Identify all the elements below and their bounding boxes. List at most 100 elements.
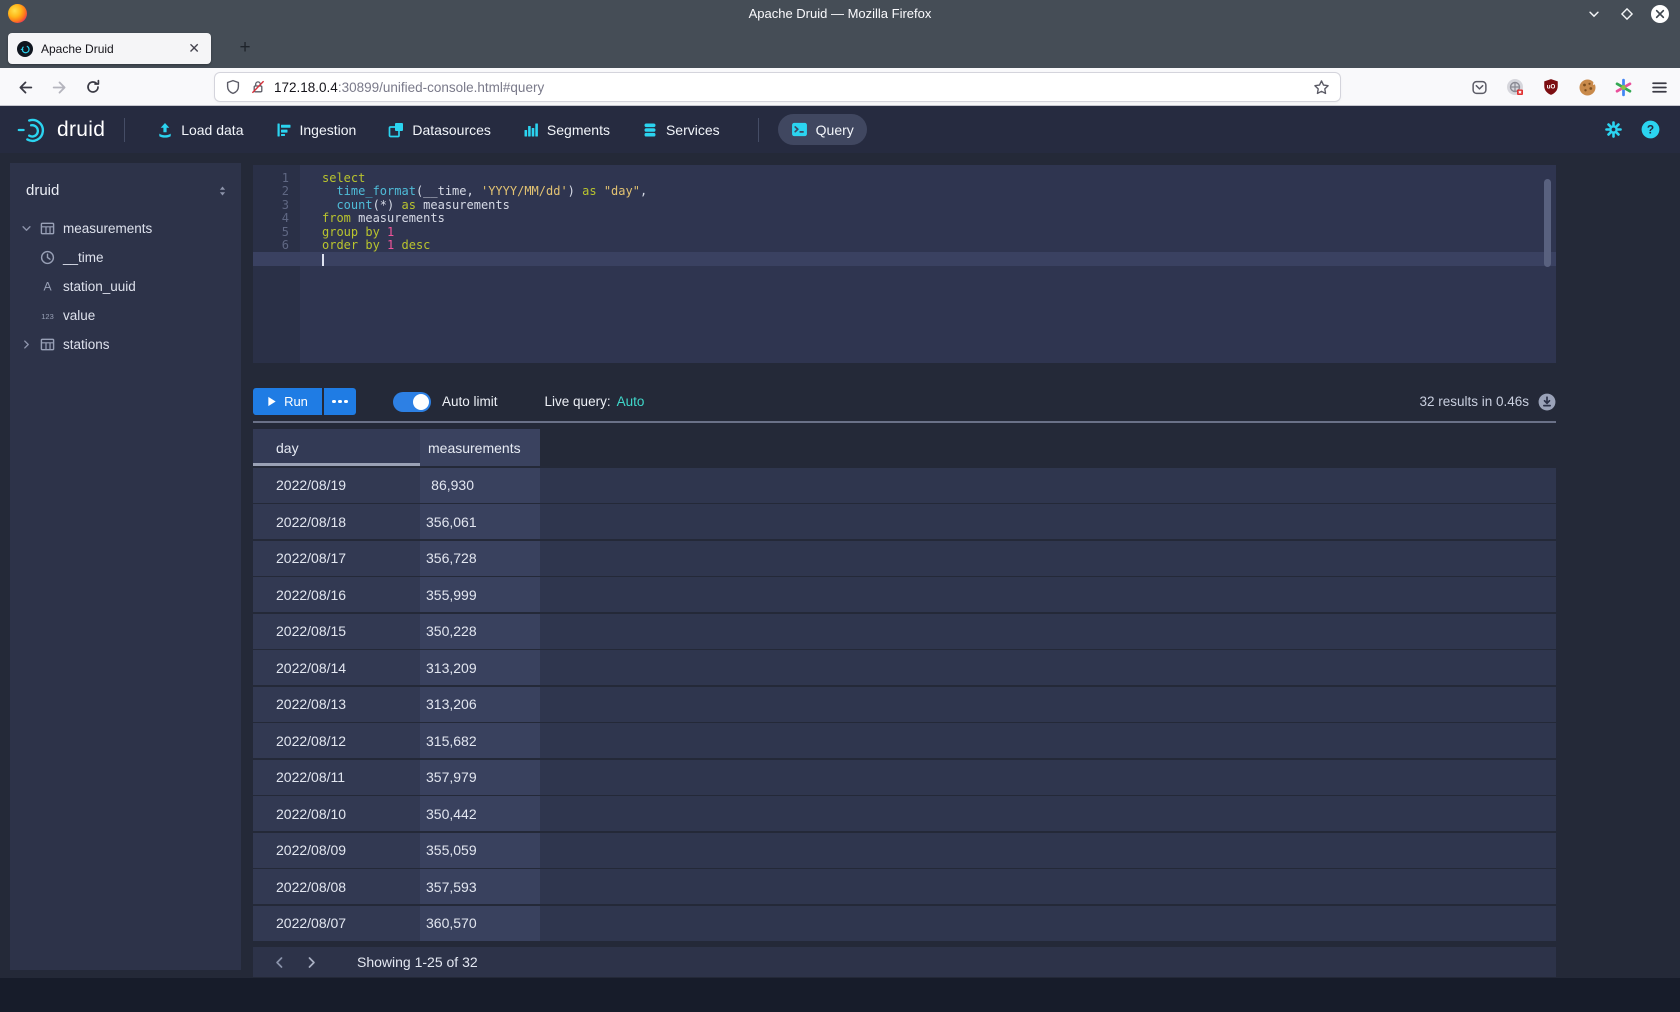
tree-item-label: measurements (63, 221, 152, 236)
nav-item-datasources[interactable]: Datasources (375, 115, 504, 145)
sort-columns-icon[interactable] (216, 184, 229, 198)
cell-measurements[interactable]: 86,930 (420, 468, 540, 503)
cell-day[interactable]: 2022/08/14 (253, 650, 420, 685)
back-icon (17, 79, 34, 96)
code-line[interactable]: time_format(__time, 'YYYY/MM/dd') as "da… (300, 185, 1556, 198)
cell-day[interactable]: 2022/08/07 (253, 906, 420, 941)
window-maximize-button[interactable] (1617, 4, 1637, 24)
insecure-lock-icon[interactable] (250, 79, 266, 95)
column-header-measurements[interactable]: measurements (420, 429, 540, 466)
nav-item-query[interactable]: Query (778, 114, 867, 145)
cell-day[interactable]: 2022/08/19 (253, 468, 420, 503)
tree-item-time[interactable]: __time (10, 243, 241, 272)
cell-measurements[interactable]: 360,570 (420, 906, 540, 941)
cell-measurements[interactable]: 355,999 (420, 577, 540, 612)
bookmark-star-icon[interactable] (1313, 79, 1330, 96)
cell-measurements[interactable]: 313,206 (420, 687, 540, 722)
code-line[interactable]: from measurements (300, 212, 1556, 225)
help-button[interactable]: ? (1641, 120, 1660, 139)
cell-filler (540, 577, 1556, 612)
editor-scrollbar[interactable] (1544, 179, 1551, 267)
chevron-right-icon[interactable] (20, 339, 33, 350)
line-number: 6 (253, 239, 300, 252)
download-results-button[interactable] (1538, 393, 1556, 411)
sql-editor[interactable]: 1234567 select time_format(__time, 'YYYY… (253, 165, 1556, 363)
pocket-button[interactable] (1464, 74, 1494, 100)
tree-item-station_uuid[interactable]: Astation_uuid (10, 272, 241, 301)
code-line[interactable]: count(*) as measurements (300, 199, 1556, 212)
cell-day[interactable]: 2022/08/10 (253, 796, 420, 831)
sql-token (380, 225, 387, 239)
cell-day[interactable]: 2022/08/09 (253, 833, 420, 868)
window-titlebar: Apache Druid — Mozilla Firefox (0, 0, 1680, 28)
url-bar[interactable]: 172.18.0.4:30899/unified-console.html#qu… (215, 73, 1340, 101)
cell-measurements[interactable]: 357,979 (420, 760, 540, 795)
auto-limit-toggle[interactable] (393, 392, 431, 412)
cell-measurements[interactable]: 315,682 (420, 723, 540, 758)
code-line[interactable]: group by 1 (300, 226, 1556, 239)
settings-gear-button[interactable] (1604, 120, 1623, 139)
auto-limit-label: Auto limit (442, 394, 498, 409)
previous-page-button[interactable] (267, 950, 291, 974)
cell-day[interactable]: 2022/08/17 (253, 541, 420, 576)
sql-token: from (322, 211, 351, 225)
table-row: 2022/08/14313,209 (253, 650, 1556, 685)
code-line[interactable]: select (300, 172, 1556, 185)
nav-item-ingestion[interactable]: Ingestion (263, 115, 370, 145)
tab-strip: Apache Druid ✕ + (0, 28, 1680, 68)
upload-icon (157, 122, 173, 138)
cell-measurements[interactable]: 356,728 (420, 541, 540, 576)
theme-extension-button[interactable] (1608, 74, 1638, 100)
cell-measurements[interactable]: 356,061 (420, 504, 540, 539)
nav-item-services[interactable]: Services (629, 115, 733, 145)
forward-button[interactable] (46, 74, 72, 100)
cell-day[interactable]: 2022/08/16 (253, 577, 420, 612)
pagination-bar: Showing 1-25 of 32 (253, 947, 1556, 977)
url-text[interactable]: 172.18.0.4:30899/unified-console.html#qu… (274, 80, 1313, 95)
cell-measurements[interactable]: 355,059 (420, 833, 540, 868)
cell-measurements-value: 360,570 (426, 915, 474, 931)
cell-measurements[interactable]: 313,209 (420, 650, 540, 685)
tree-item-value[interactable]: 123value (10, 301, 241, 330)
browser-tab[interactable]: Apache Druid ✕ (8, 33, 211, 64)
next-page-button[interactable] (299, 950, 323, 974)
chevron-down-icon[interactable] (20, 223, 33, 234)
new-tab-button[interactable]: + (232, 35, 258, 61)
cell-measurements[interactable]: 350,228 (420, 614, 540, 649)
tab-close-icon[interactable]: ✕ (186, 40, 202, 57)
sql-token: "day" (604, 184, 640, 198)
column-header-day[interactable]: day (253, 429, 420, 466)
code-line[interactable]: order by 1 desc (300, 239, 1556, 252)
code-line[interactable] (300, 252, 1556, 265)
tree-item-stations[interactable]: stations (10, 330, 241, 359)
cell-day[interactable]: 2022/08/12 (253, 723, 420, 758)
window-minimize-button[interactable] (1584, 4, 1604, 24)
cell-measurements[interactable]: 357,593 (420, 869, 540, 904)
nav-item-label: Datasources (412, 122, 491, 138)
menu-button[interactable] (1644, 74, 1674, 100)
shield-permissions-icon[interactable] (225, 79, 241, 95)
ublock-shield-icon: uO (1542, 78, 1560, 96)
cookie-extension-button[interactable] (1572, 74, 1602, 100)
editor-code[interactable]: select time_format(__time, 'YYYY/MM/dd')… (300, 165, 1556, 363)
nav-item-load-data[interactable]: Load data (144, 115, 256, 145)
run-button[interactable]: Run (253, 388, 322, 415)
cell-day[interactable]: 2022/08/18 (253, 504, 420, 539)
extension-button[interactable] (1500, 74, 1530, 100)
cell-day[interactable]: 2022/08/15 (253, 614, 420, 649)
nav-item-segments[interactable]: Segments (510, 115, 623, 145)
live-query-value[interactable]: Auto (617, 394, 645, 409)
cell-day[interactable]: 2022/08/13 (253, 687, 420, 722)
back-button[interactable] (12, 74, 38, 100)
cell-day[interactable]: 2022/08/08 (253, 869, 420, 904)
ublock-button[interactable]: uO (1536, 74, 1566, 100)
cell-day[interactable]: 2022/08/11 (253, 760, 420, 795)
reload-button[interactable] (80, 74, 106, 100)
cell-measurements[interactable]: 350,442 (420, 796, 540, 831)
tree-item-measurements[interactable]: measurements (10, 214, 241, 243)
run-more-button[interactable] (324, 388, 356, 415)
window-close-button[interactable] (1650, 4, 1670, 24)
cell-measurements-value: 355,059 (426, 842, 474, 858)
svg-text:?: ? (1647, 123, 1654, 137)
druid-logo[interactable]: druid (16, 115, 105, 145)
